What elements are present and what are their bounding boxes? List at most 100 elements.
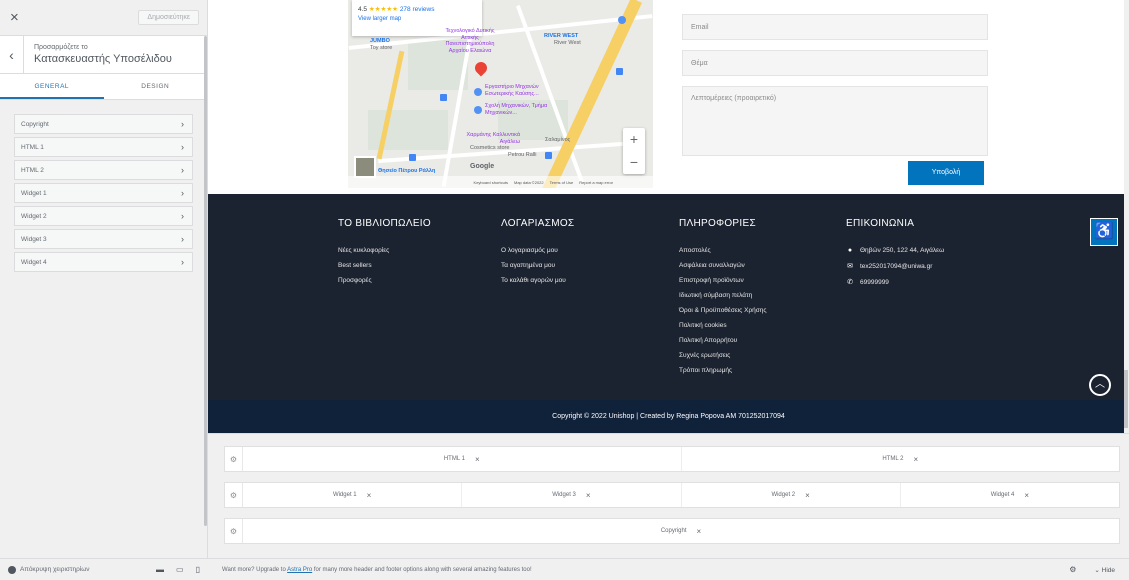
sidebar-item-widget-3[interactable]: Widget 3 › bbox=[14, 229, 193, 249]
publish-button[interactable]: Δημοσιεύτηκε bbox=[138, 10, 199, 25]
footer-link[interactable]: Νέες κυκλοφορίες bbox=[338, 247, 431, 254]
sidebar-item-label: Widget 4 bbox=[21, 258, 47, 266]
tablet-icon[interactable]: ▭ bbox=[176, 565, 184, 574]
footer-link[interactable]: Επιστροφή προϊόντων bbox=[679, 277, 767, 284]
builder-chip-widget-1[interactable]: Widget 1 × bbox=[333, 491, 371, 500]
tab-design[interactable]: DESIGN bbox=[104, 74, 208, 99]
location-pin-icon: ● bbox=[847, 247, 853, 254]
chip-label: Widget 2 bbox=[771, 492, 796, 498]
sidebar-item-widget-4[interactable]: Widget 4 › bbox=[14, 252, 193, 272]
remove-icon[interactable]: × bbox=[697, 527, 702, 536]
terms-link[interactable]: Terms of Use bbox=[550, 180, 574, 185]
builder-zone[interactable]: Copyright × bbox=[243, 519, 1119, 543]
remove-icon[interactable]: × bbox=[586, 491, 591, 500]
hide-label: Hide bbox=[1101, 566, 1115, 574]
subject-field[interactable]: Θέμα bbox=[682, 50, 988, 76]
close-icon[interactable]: × bbox=[10, 9, 19, 26]
footer-link[interactable]: Πολιτική cookies bbox=[679, 322, 767, 329]
accessibility-icon[interactable]: ♿ bbox=[1090, 218, 1118, 246]
builder-zone[interactable]: HTML 2 × bbox=[682, 447, 1120, 471]
preview-scrollbar[interactable] bbox=[1124, 370, 1128, 428]
email-field[interactable]: Email bbox=[682, 14, 988, 40]
sidebar-item-widget-2[interactable]: Widget 2 › bbox=[14, 206, 193, 226]
sidebar-header: × Δημοσιεύτηκε bbox=[0, 0, 207, 36]
builder-chip-widget-4[interactable]: Widget 4 × bbox=[991, 491, 1029, 500]
remove-icon[interactable]: × bbox=[1024, 491, 1029, 500]
builder-zone[interactable]: Widget 4 × bbox=[901, 483, 1119, 507]
desktop-icon[interactable]: ▬ bbox=[156, 565, 164, 574]
builder-zone[interactable]: Widget 1 × bbox=[243, 483, 463, 507]
builder-zone[interactable]: HTML 1 × bbox=[243, 447, 682, 471]
upgrade-message-rest: for many more header and footer options … bbox=[312, 566, 532, 573]
contact-email[interactable]: ✉ tex252017094@uniwa.gr bbox=[846, 262, 944, 271]
upgrade-message-text: Want more? Upgrade to bbox=[222, 566, 288, 573]
builder-chip-html-1[interactable]: HTML 1 × bbox=[444, 455, 480, 464]
device-switcher: ▬ ▭ ▯ bbox=[156, 565, 200, 574]
sidebar-item-html-1[interactable]: HTML 1 › bbox=[14, 137, 193, 157]
tab-general[interactable]: GENERAL bbox=[0, 74, 104, 99]
map-satellite-thumbnail[interactable] bbox=[354, 156, 376, 178]
builder-chip-widget-2[interactable]: Widget 2 × bbox=[771, 491, 809, 500]
footer-link[interactable]: Το καλάθι αγορών μου bbox=[501, 277, 574, 284]
footer-link[interactable]: Ασφάλεια συναλλαγών bbox=[679, 262, 767, 269]
sidebar-scrollbar[interactable] bbox=[204, 36, 207, 526]
contact-phone[interactable]: ✆ 69999999 bbox=[846, 278, 944, 287]
footer-link[interactable]: Τρόποι πληρωμής bbox=[679, 367, 767, 374]
footer-link[interactable]: Αποστολές bbox=[679, 247, 767, 254]
map-location-pin[interactable] bbox=[472, 59, 490, 77]
remove-icon[interactable]: × bbox=[475, 455, 480, 464]
remove-icon[interactable]: × bbox=[913, 455, 918, 464]
footer-link[interactable]: Τα αγαπημένα μου bbox=[501, 262, 574, 269]
gear-icon[interactable]: ⚙ bbox=[1069, 565, 1076, 574]
footer-link[interactable]: Ιδιωτική σύμβαση πελάτη bbox=[679, 292, 767, 299]
row-settings-icon[interactable]: ⚙ bbox=[225, 519, 243, 543]
hide-builder-button[interactable]: ⌄ Hide bbox=[1094, 566, 1115, 574]
submit-button[interactable]: Υποβολή bbox=[908, 161, 984, 185]
builder-zone[interactable]: Widget 3 × bbox=[462, 483, 682, 507]
astra-pro-link[interactable]: Astra Pro bbox=[287, 567, 312, 573]
footer-link[interactable]: Προσφορές bbox=[338, 277, 431, 284]
zoom-in-button[interactable]: + bbox=[623, 128, 645, 151]
footer-elements-list: Copyright › HTML 1 › HTML 2 › Widget 1 › Wid… bbox=[0, 100, 207, 272]
sidebar-item-widget-1[interactable]: Widget 1 › bbox=[14, 183, 193, 203]
google-map[interactable]: 4.5 ★★★★★ 278 reviews View larger map JU… bbox=[348, 0, 653, 188]
report-error-link[interactable]: Report a map error bbox=[579, 180, 613, 185]
map-label-jumbo: JUMBO bbox=[370, 38, 390, 44]
customizer-window: × Δημοσιεύτηκε ‹ Προσαρμόζετε το Κατασκε… bbox=[0, 0, 1129, 580]
back-button[interactable]: ‹ bbox=[0, 36, 24, 73]
remove-icon[interactable]: × bbox=[805, 491, 810, 500]
footer-link[interactable]: Όροι & Προϋποθέσεις Χρήσης bbox=[679, 307, 767, 314]
mobile-icon[interactable]: ▯ bbox=[196, 565, 200, 574]
chevron-right-icon: › bbox=[181, 211, 184, 221]
contact-form: Email Θέμα Λεπτομέρειες (προαιρετικό) Υπ… bbox=[682, 14, 988, 185]
chevron-right-icon: › bbox=[181, 165, 184, 175]
sidebar-item-html-2[interactable]: HTML 2 › bbox=[14, 160, 193, 180]
map-label-jumbo-sub: Toy store bbox=[370, 45, 393, 51]
footer-link[interactable]: Συχνές ερωτήσεις bbox=[679, 352, 767, 359]
builder-chip-widget-3[interactable]: Widget 3 × bbox=[552, 491, 590, 500]
sidebar-item-copyright[interactable]: Copyright › bbox=[14, 114, 193, 134]
scroll-to-top-icon[interactable]: ︿ bbox=[1089, 374, 1111, 396]
view-larger-map-link[interactable]: View larger map bbox=[358, 16, 476, 22]
row-settings-icon[interactable]: ⚙ bbox=[225, 447, 243, 471]
map-label-river-west-sub: River West bbox=[554, 40, 581, 46]
builder-chip-copyright[interactable]: Copyright × bbox=[661, 527, 701, 536]
remove-icon[interactable]: × bbox=[367, 491, 372, 500]
footer-link[interactable]: Best sellers bbox=[338, 262, 431, 269]
footer-link[interactable]: Πολιτική Απορρήτου bbox=[679, 337, 767, 344]
map-label-salamineos: Σαλαμίνος bbox=[545, 137, 571, 143]
row-settings-icon[interactable]: ⚙ bbox=[225, 483, 243, 507]
hide-controls-button[interactable]: Απόκρυψη χειριστηρίων bbox=[8, 565, 156, 574]
builder-zone[interactable]: Widget 2 × bbox=[682, 483, 901, 507]
zoom-out-button[interactable]: − bbox=[623, 151, 645, 174]
chevron-down-icon: ⌄ bbox=[1094, 566, 1100, 574]
footer-column-title: ΕΠΙΚΟΙΝΩΝΙΑ bbox=[846, 218, 915, 229]
sidebar-item-label: HTML 1 bbox=[21, 143, 44, 151]
builder-chip-html-2[interactable]: HTML 2 × bbox=[882, 455, 918, 464]
map-reviews-link[interactable]: 278 reviews bbox=[400, 6, 435, 13]
keyboard-shortcuts-link[interactable]: Keyboard shortcuts bbox=[474, 180, 508, 185]
details-textarea[interactable]: Λεπτομέρειες (προαιρετικό) bbox=[682, 86, 988, 156]
footer-link[interactable]: Ο λογαριασμός μου bbox=[501, 247, 574, 254]
map-poi-icon bbox=[618, 16, 626, 24]
footer-column-info: ΠΛΗΡΟΦΟΡΙΕΣ Αποστολές Ασφάλεια συναλλαγώ… bbox=[679, 218, 767, 382]
